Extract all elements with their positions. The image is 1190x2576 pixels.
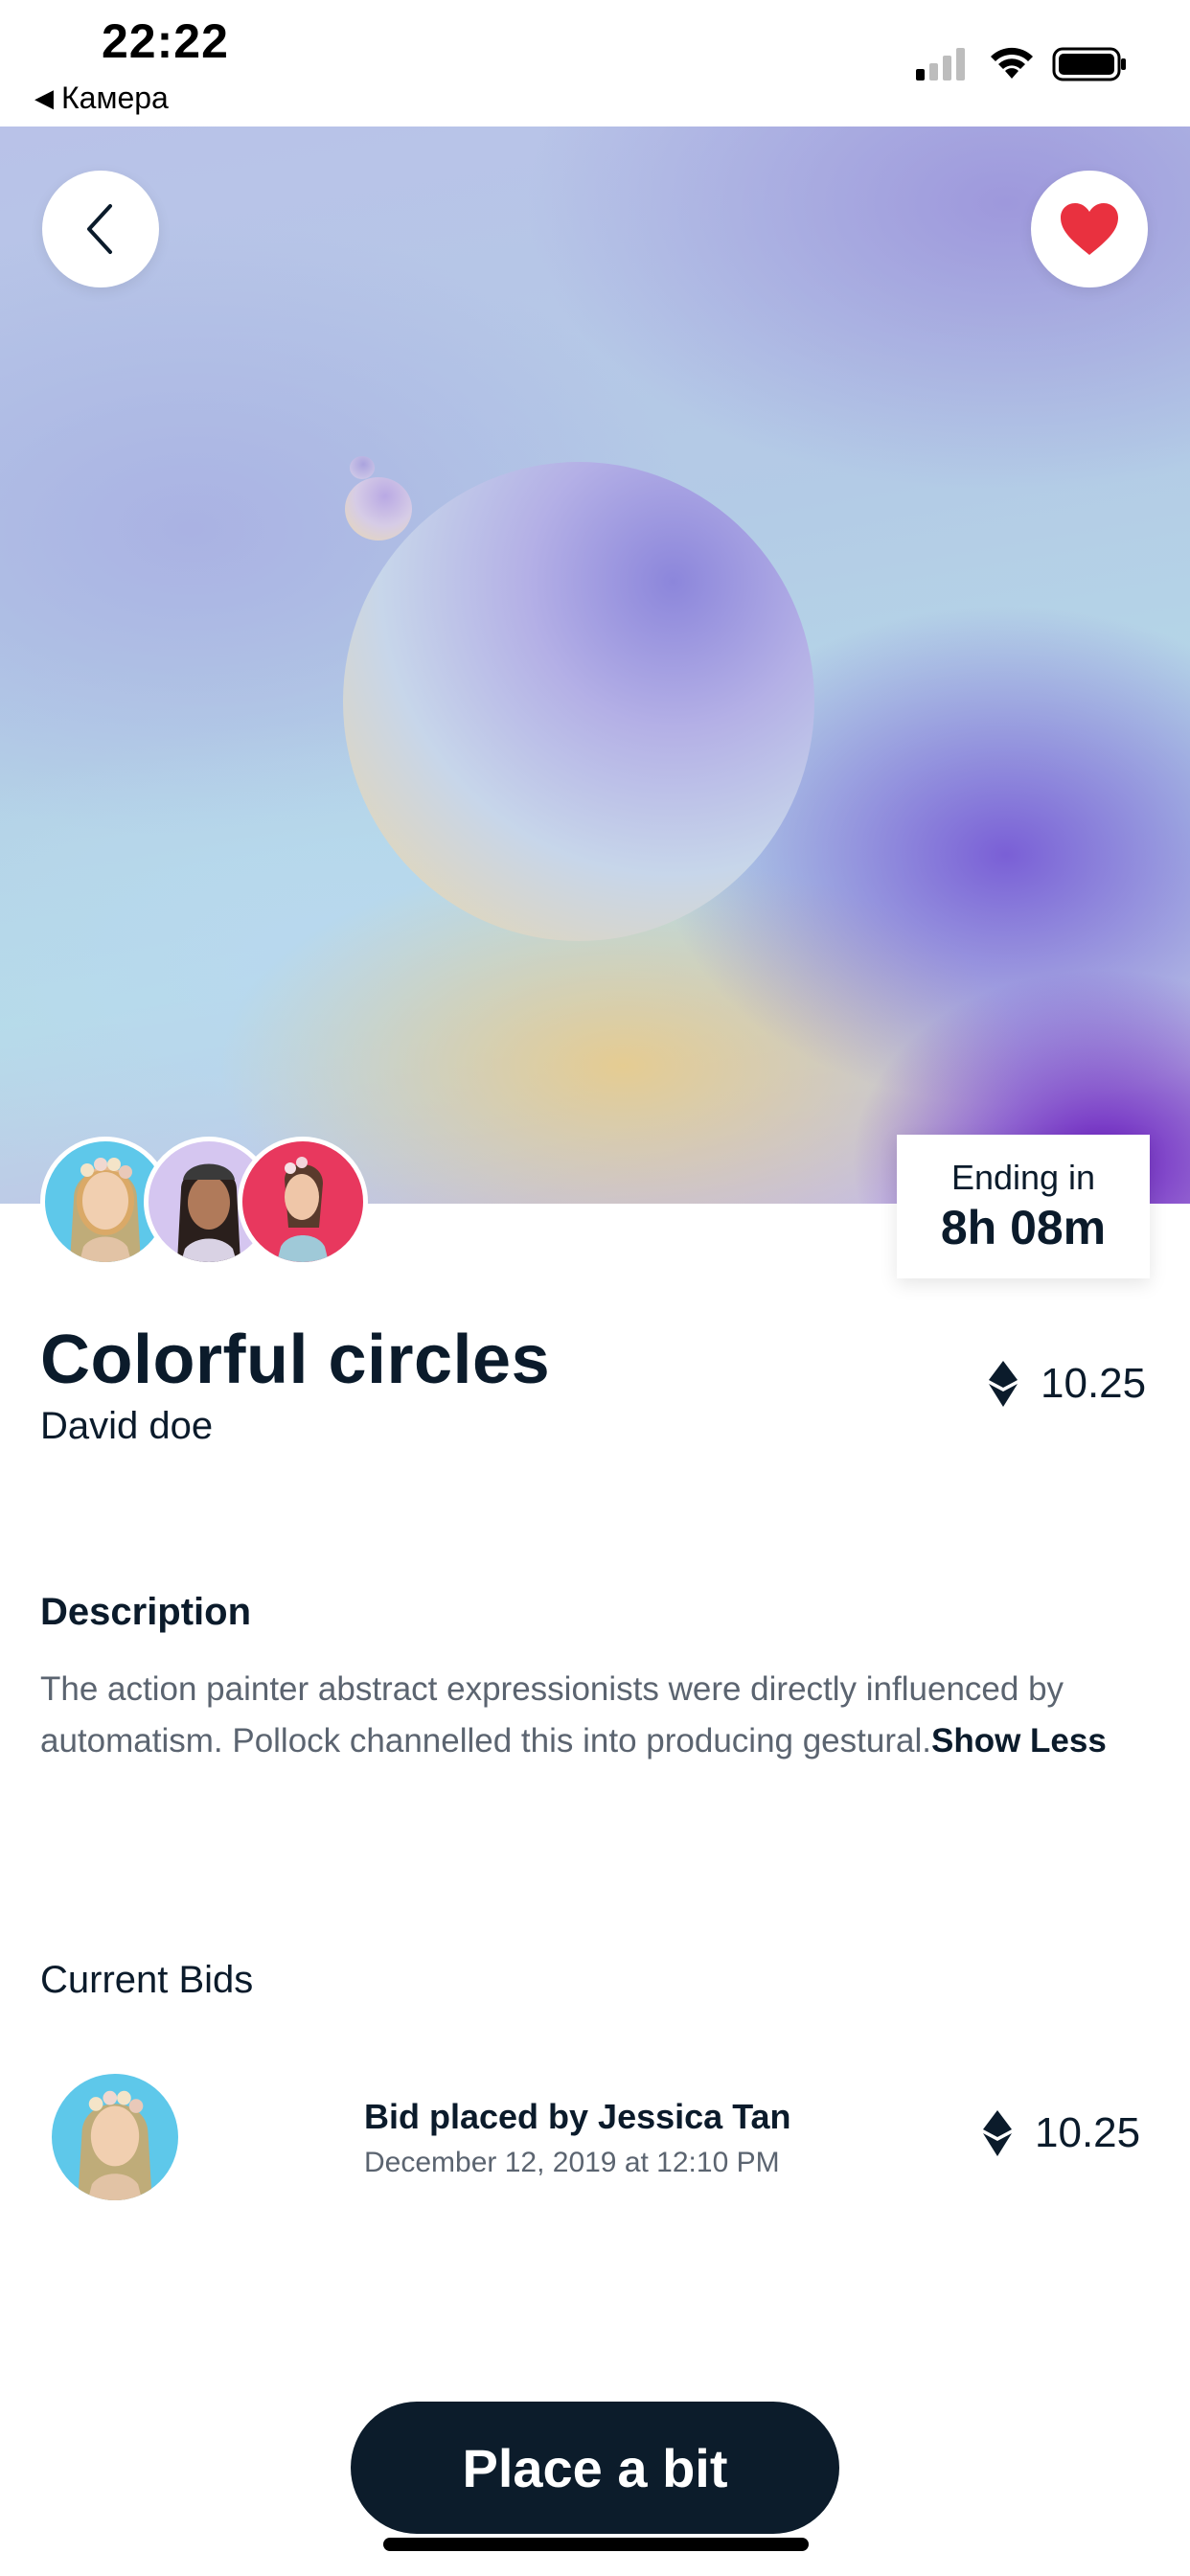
artwork-price: 10.25 — [987, 1359, 1146, 1409]
ethereum-icon — [989, 1361, 1018, 1407]
price-amount: 10.25 — [1041, 1360, 1147, 1407]
description-heading: Description — [40, 1591, 252, 1633]
favorite-button[interactable] — [1031, 171, 1148, 288]
place-bid-button[interactable]: Place a bit — [351, 2402, 839, 2534]
bid-list-item[interactable]: Bid placed by Jessica Tan December 12, 2… — [0, 2060, 1190, 2214]
status-time: 22:22 — [102, 14, 229, 68]
description-text: The action painter abstract expressionis… — [40, 1664, 1152, 1767]
artwork-author[interactable]: David doe — [40, 1405, 213, 1448]
home-indicator[interactable] — [383, 2538, 809, 2551]
back-to-app-link[interactable]: ◀ Камера — [34, 80, 169, 116]
artwork-bubble — [345, 477, 412, 540]
cellular-signal-icon — [916, 46, 965, 80]
countdown-value: 8h 08m — [940, 1201, 1107, 1254]
avatar — [52, 2074, 178, 2200]
chevron-left-icon — [87, 204, 112, 254]
show-less-link[interactable]: Show Less — [931, 1722, 1107, 1760]
artwork-title: Colorful circles — [40, 1322, 551, 1398]
battery-icon — [1052, 47, 1126, 81]
artwork-sphere — [343, 462, 814, 941]
artwork-image — [0, 126, 1190, 1204]
status-bar: 22:22 ◀ Камера — [0, 0, 1190, 126]
bid-amount-value: 10.25 — [1035, 2109, 1141, 2156]
bid-title: Bid placed by Jessica Tan — [364, 2097, 791, 2136]
back-button[interactable] — [42, 171, 159, 288]
back-app-label: Камера — [61, 80, 169, 115]
heart-icon — [1061, 203, 1118, 255]
wifi-icon — [991, 47, 1033, 79]
description-body: The action painter abstract expressionis… — [40, 1670, 1064, 1760]
ethereum-icon — [983, 2110, 1012, 2156]
bidders-avatar-group[interactable] — [40, 1137, 376, 1271]
countdown-label: Ending in — [950, 1158, 1096, 1197]
back-triangle-icon: ◀ — [34, 83, 54, 112]
current-bids-heading: Current Bids — [40, 1959, 254, 2001]
person-portrait-icon — [277, 1157, 329, 1262]
person-portrait-icon — [78, 2090, 152, 2200]
artwork-bubble-small — [350, 456, 375, 479]
bid-amount: 10.25 — [981, 2108, 1140, 2158]
avatar[interactable] — [238, 1137, 368, 1267]
auction-countdown-card: Ending in 8h 08m — [897, 1135, 1150, 1278]
bid-date: December 12, 2019 at 12:10 PM — [364, 2147, 780, 2178]
